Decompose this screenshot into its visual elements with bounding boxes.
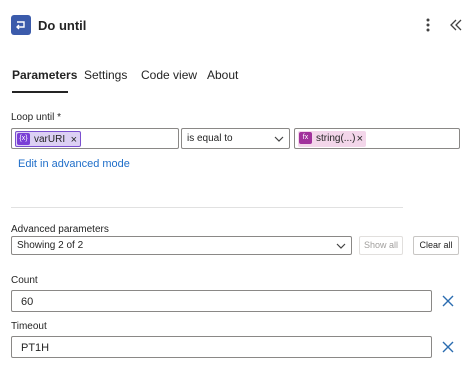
action-header: Do until bbox=[0, 0, 474, 52]
timeout-value: PT1H bbox=[21, 342, 50, 354]
operator-value: is equal to bbox=[187, 133, 233, 144]
count-label: Count bbox=[11, 275, 38, 286]
variable-token-label: varURI bbox=[34, 134, 66, 145]
advanced-parameters-value: Showing 2 of 2 bbox=[17, 240, 84, 251]
close-icon[interactable] bbox=[440, 339, 456, 355]
loop-until-label: Loop until * bbox=[11, 112, 62, 123]
remove-token-icon[interactable]: × bbox=[357, 131, 363, 147]
remove-token-icon[interactable]: × bbox=[71, 132, 77, 148]
count-value: 60 bbox=[21, 296, 34, 308]
function-icon: fx bbox=[299, 132, 312, 144]
variable-token[interactable]: {x} varURI × bbox=[15, 131, 81, 147]
expression-token-label: string(...) bbox=[316, 133, 356, 144]
expression-token[interactable]: fx string(...) × bbox=[298, 131, 366, 147]
double-chevron-left-icon[interactable] bbox=[446, 15, 466, 35]
variable-icon: {x} bbox=[17, 133, 30, 145]
timeout-label: Timeout bbox=[11, 321, 47, 332]
loop-condition-row: {x} varURI × is equal to fx string(...) … bbox=[11, 128, 460, 149]
chevron-down-icon bbox=[336, 243, 346, 249]
timeout-input[interactable]: PT1H bbox=[11, 336, 432, 358]
condition-right-operand[interactable]: fx string(...) × bbox=[294, 128, 460, 149]
close-icon[interactable] bbox=[440, 293, 456, 309]
action-title: Do until bbox=[38, 18, 87, 33]
do-until-loop-icon bbox=[11, 15, 31, 35]
section-divider bbox=[11, 207, 403, 208]
advanced-parameters-label: Advanced parameters bbox=[11, 224, 109, 235]
tab-settings[interactable]: Settings bbox=[84, 68, 127, 82]
chevron-down-icon bbox=[274, 136, 284, 142]
advanced-parameters-dropdown[interactable]: Showing 2 of 2 bbox=[11, 236, 352, 255]
count-input[interactable]: 60 bbox=[11, 290, 432, 312]
more-options-icon[interactable] bbox=[420, 14, 436, 36]
tab-about[interactable]: About bbox=[207, 68, 238, 82]
clear-all-button[interactable]: Clear all bbox=[413, 236, 459, 255]
show-all-button[interactable]: Show all bbox=[359, 236, 403, 255]
active-tab-indicator bbox=[12, 91, 68, 93]
tab-parameters[interactable]: Parameters bbox=[12, 68, 77, 82]
operator-dropdown[interactable]: is equal to bbox=[181, 128, 290, 149]
condition-left-operand[interactable]: {x} varURI × bbox=[11, 128, 179, 149]
edit-advanced-mode-link[interactable]: Edit in advanced mode bbox=[18, 158, 130, 170]
tab-code-view[interactable]: Code view bbox=[141, 68, 197, 82]
